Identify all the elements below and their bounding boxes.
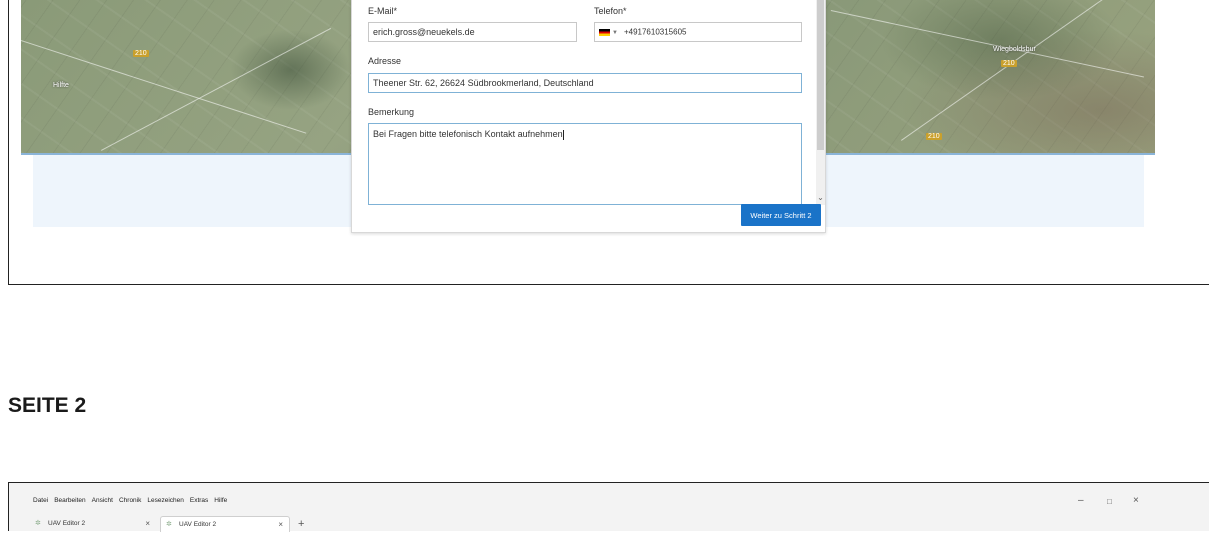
minimize-icon[interactable]: – (1078, 495, 1084, 506)
menu-item-extras[interactable]: Extras (190, 497, 208, 504)
address-label: Adresse (368, 56, 402, 66)
map-road (901, 0, 1115, 141)
remark-text: Bei Fragen bitte telefonisch Kontakt auf… (373, 129, 563, 139)
email-field[interactable]: erich.gross@neuekels.de (368, 22, 577, 42)
browser-menubar: Datei Bearbeiten Ansicht Chronik Lesezei… (33, 497, 227, 504)
remark-textarea[interactable]: Bei Fragen bitte telefonisch Kontakt auf… (368, 123, 802, 205)
road-number-tag: 210 (1001, 60, 1017, 67)
phone-label: Telefon* (594, 6, 627, 16)
maximize-icon[interactable]: □ (1107, 497, 1112, 506)
road-number-tag: 210 (926, 133, 942, 140)
tab-close-icon[interactable]: × (145, 516, 150, 532)
chevron-down-icon[interactable]: ▼ (612, 30, 618, 36)
tab-favicon-icon: ✲ (166, 521, 172, 528)
menu-item-hilfe[interactable]: Hilfe (214, 497, 227, 504)
menu-item-datei[interactable]: Datei (33, 497, 48, 504)
email-label: E-Mail* (368, 6, 398, 16)
contact-form-modal: E-Mail* erich.gross@neuekels.de Telefon*… (351, 0, 826, 233)
menu-item-lesezeichen[interactable]: Lesezeichen (147, 497, 184, 504)
map-place-label: Hilfte (53, 82, 69, 89)
scroll-down-arrow-icon[interactable]: ⌄ (816, 193, 825, 203)
menu-item-chronik[interactable]: Chronik (119, 497, 141, 504)
map-road (830, 10, 1145, 78)
tab-label: UAV Editor 2 (48, 520, 86, 527)
address-field[interactable]: Theener Str. 62, 26624 Südbrookmerland, … (368, 73, 802, 93)
tab-uav-editor-1[interactable]: ✲ UAV Editor 2 × (30, 516, 156, 532)
next-step-button[interactable]: Weiter zu Schritt 2 (741, 204, 821, 226)
road-number-tag: 210 (133, 50, 149, 57)
tab-label: UAV Editor 2 (179, 521, 217, 528)
tab-favicon-icon: ✲ (35, 520, 41, 527)
new-tab-button[interactable]: + (298, 516, 304, 532)
section-heading: SEITE 2 (8, 394, 87, 417)
scrollbar-thumb[interactable] (817, 0, 824, 150)
phone-field[interactable]: ▼ +4917610315605 (594, 22, 802, 42)
menu-item-ansicht[interactable]: Ansicht (92, 497, 113, 504)
remark-label: Bemerkung (368, 107, 415, 117)
tab-uav-editor-2[interactable]: ✲ UAV Editor 2 × (160, 516, 290, 532)
close-icon[interactable]: × (1133, 495, 1139, 506)
flag-de-icon[interactable] (599, 29, 610, 37)
map-place-label: Wiegboldsbur (993, 46, 1036, 53)
menu-item-bearbeiten[interactable]: Bearbeiten (54, 497, 85, 504)
text-cursor (562, 129, 564, 140)
phone-number: +4917610315605 (623, 27, 687, 37)
map-road (101, 27, 332, 151)
